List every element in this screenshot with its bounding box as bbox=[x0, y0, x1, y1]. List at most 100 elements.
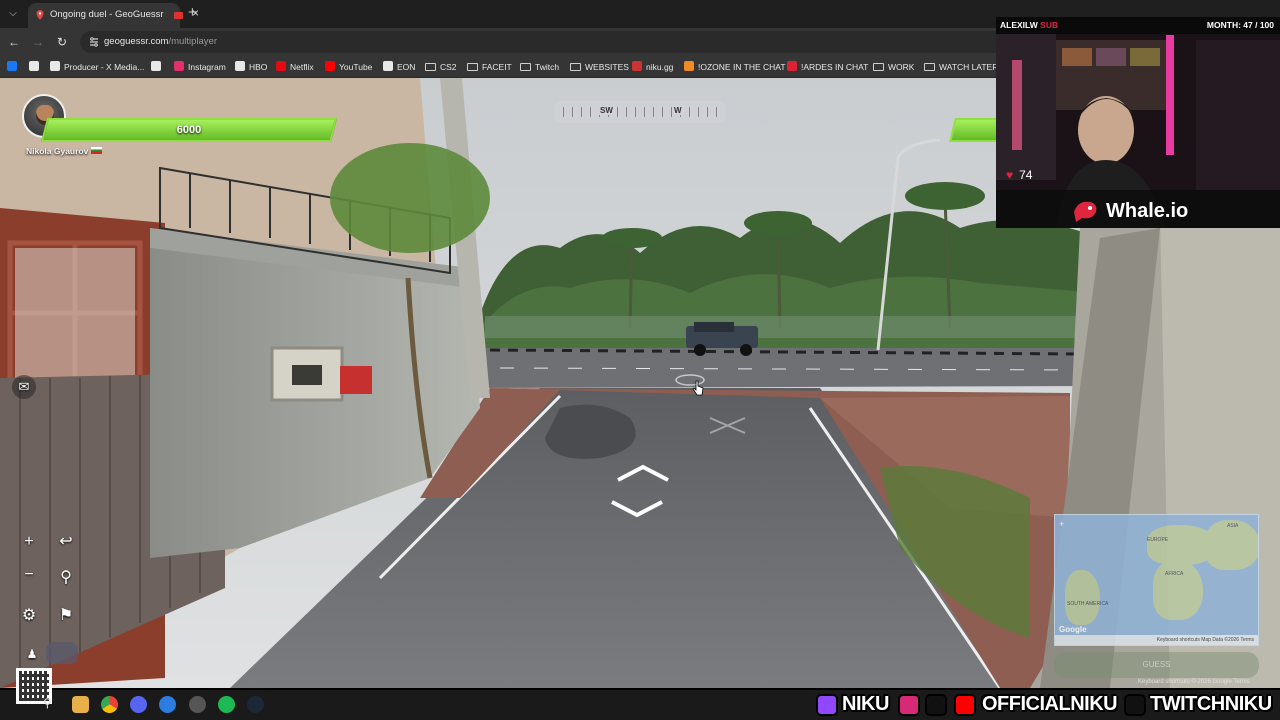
niku-icon bbox=[632, 61, 642, 71]
tiktok-icon bbox=[151, 61, 161, 71]
player-name: Nikola Gyaurov bbox=[26, 146, 103, 156]
guess-minimap[interactable]: EUROPE ASIA AFRICA SOUTH AMERICA + Googl… bbox=[1054, 514, 1259, 646]
chrome-icon[interactable] bbox=[101, 696, 118, 713]
app-icon[interactable] bbox=[159, 696, 176, 713]
steam-icon[interactable] bbox=[247, 696, 264, 713]
bookmark-label: EON bbox=[397, 62, 416, 72]
bookmark-label: FACEIT bbox=[482, 62, 512, 72]
site-info-icon[interactable] bbox=[88, 36, 100, 48]
compass-ticks bbox=[563, 107, 717, 117]
discord-icon[interactable] bbox=[130, 696, 147, 713]
tab-title: Ongoing duel - GeoGuessr bbox=[50, 9, 164, 20]
netflix-icon bbox=[276, 61, 286, 71]
folder-icon bbox=[467, 63, 478, 71]
ardes-icon bbox=[787, 61, 797, 71]
settings-gear-icon[interactable]: ⚙ bbox=[17, 604, 41, 628]
zoom-out-button[interactable]: − bbox=[17, 563, 41, 587]
bookmark-watch-later[interactable]: WATCH LATER bbox=[924, 60, 998, 74]
bookmark-cs2[interactable]: CS2 bbox=[425, 60, 457, 74]
bookmark-eon[interactable]: EON bbox=[383, 60, 415, 74]
folder-icon bbox=[570, 63, 581, 71]
compass-label-sw: SW bbox=[598, 106, 615, 115]
bookmark-label: Producer - X Media... bbox=[64, 62, 145, 72]
compass-label-w: W bbox=[672, 106, 684, 115]
bookmark-youtube[interactable]: YouTube bbox=[325, 60, 372, 74]
bookmarks-bar: Producer - X Media... Instagram HBO Netflix… bbox=[0, 56, 1000, 78]
return-to-start-pin-icon[interactable]: ⚲ bbox=[54, 566, 78, 590]
bookmark-x[interactable] bbox=[29, 60, 43, 74]
obs-icon[interactable] bbox=[189, 696, 206, 713]
webcam-overlay bbox=[996, 20, 1280, 228]
file-explorer-icon[interactable] bbox=[72, 696, 89, 713]
flag-report-icon[interactable]: ⚑ bbox=[54, 604, 78, 628]
address-bar-row: ← → ↻ geoguessr.com/multiplayer bbox=[0, 28, 1010, 56]
facebook-icon bbox=[7, 61, 17, 71]
bookmark-label: niku.gg bbox=[646, 62, 674, 72]
search-icon[interactable]: ⚲ bbox=[43, 696, 60, 713]
ozone-icon bbox=[684, 61, 694, 71]
bookmark-twitch[interactable]: Twitch bbox=[520, 60, 559, 74]
bookmark-facebook[interactable] bbox=[7, 60, 21, 74]
social-handle-officialniku: OFFICIALNIKU bbox=[982, 693, 1118, 715]
tab-geoguessr[interactable]: Ongoing duel - GeoGuessr × bbox=[28, 3, 199, 28]
tab-search-menu-button[interactable]: ⌵ bbox=[4, 5, 22, 23]
x-icon bbox=[29, 61, 39, 71]
map-label-asia: ASIA bbox=[1227, 523, 1239, 529]
bookmark-work[interactable]: WORK bbox=[873, 60, 914, 74]
tiktok-icon bbox=[1124, 694, 1146, 716]
folder-icon bbox=[873, 63, 884, 71]
zoom-in-button[interactable]: + bbox=[17, 530, 41, 554]
map-label-africa: AFRICA bbox=[1165, 571, 1184, 577]
social-handle-niku: NIKU bbox=[842, 693, 889, 715]
emote-button[interactable] bbox=[46, 642, 78, 664]
bookmark-netflix[interactable]: Netflix bbox=[276, 60, 314, 74]
whale-logo-icon bbox=[1074, 201, 1097, 222]
x-icon bbox=[50, 61, 60, 71]
latest-subscriber: ALEXILW SUB bbox=[1000, 20, 1059, 30]
reload-icon[interactable]: ↻ bbox=[53, 33, 71, 51]
bookmark-instagram[interactable]: Instagram bbox=[174, 60, 226, 74]
bookmark-faceit[interactable]: FACEIT bbox=[467, 60, 512, 74]
move-backward-arrow-icon[interactable] bbox=[610, 500, 664, 518]
hand-cursor-icon bbox=[692, 380, 704, 396]
spotify-icon[interactable] bbox=[218, 696, 235, 713]
forward-arrow-icon[interactable]: → bbox=[29, 33, 47, 51]
back-arrow-icon[interactable]: ← bbox=[5, 33, 23, 51]
map-footer: Keyboard shortcuts Map Data ©2026 Terms bbox=[1055, 635, 1258, 645]
bookmark-tiktok[interactable] bbox=[151, 60, 165, 74]
url-field[interactable]: geoguessr.com/multiplayer bbox=[80, 31, 1010, 53]
x-icon bbox=[925, 694, 947, 716]
instagram-icon bbox=[174, 61, 184, 71]
map-expand-icon[interactable]: + bbox=[1059, 519, 1064, 529]
sub-goal-counter: MONTH: 47 / 100 bbox=[1206, 20, 1274, 30]
bookmark-ozone-in-the-chat[interactable]: !OZONE IN THE CHAT bbox=[684, 60, 786, 74]
street-view-attribution: Keyboard shortcuts © 2026 Google Terms bbox=[1138, 679, 1250, 685]
heart-rate: ♥ 74 bbox=[1006, 168, 1033, 182]
instagram-icon bbox=[898, 694, 920, 716]
sponsor-name: Whale.io bbox=[1106, 200, 1189, 222]
sponsor-banner: Whale.io bbox=[1070, 194, 1188, 226]
bookmark-label: HBO bbox=[249, 62, 268, 72]
bookmark-ardes-in-chat[interactable]: !ARDES IN CHAT bbox=[787, 60, 868, 74]
bookmark-producer-x-media[interactable]: Producer - X Media... bbox=[50, 60, 144, 74]
bookmark-websites[interactable]: WEBSITES bbox=[570, 60, 629, 74]
bookmark-label: Instagram bbox=[188, 62, 226, 72]
map-label-south-america: SOUTH AMERICA bbox=[1067, 601, 1109, 607]
webcam-feed-image bbox=[996, 20, 1280, 228]
chat-bubble-icon[interactable]: ✉ bbox=[12, 375, 36, 399]
bookmark-label: Netflix bbox=[290, 62, 314, 72]
heart-rate-icon: ♥ bbox=[1006, 168, 1014, 182]
guess-button[interactable]: GUESS bbox=[1054, 652, 1259, 678]
youtube-icon bbox=[325, 61, 335, 71]
new-tab-button[interactable]: + bbox=[188, 4, 197, 21]
bookmark-hbo[interactable]: HBO bbox=[235, 60, 267, 74]
move-forward-arrow-icon[interactable] bbox=[616, 464, 670, 482]
undo-move-icon[interactable]: ↩ bbox=[54, 530, 78, 554]
stream-top-bar: ALEXILW SUB MONTH: 47 / 100 bbox=[996, 17, 1280, 34]
bookmark-label: !OZONE IN THE CHAT bbox=[698, 62, 786, 72]
youtube-icon bbox=[954, 694, 976, 716]
players-icon[interactable]: ♟ bbox=[20, 642, 44, 666]
bookmark-niku-gg[interactable]: niku.gg bbox=[632, 60, 673, 74]
folder-icon bbox=[924, 63, 935, 71]
social-handle-twitchniku: TWITCHNIKU bbox=[1150, 693, 1272, 715]
